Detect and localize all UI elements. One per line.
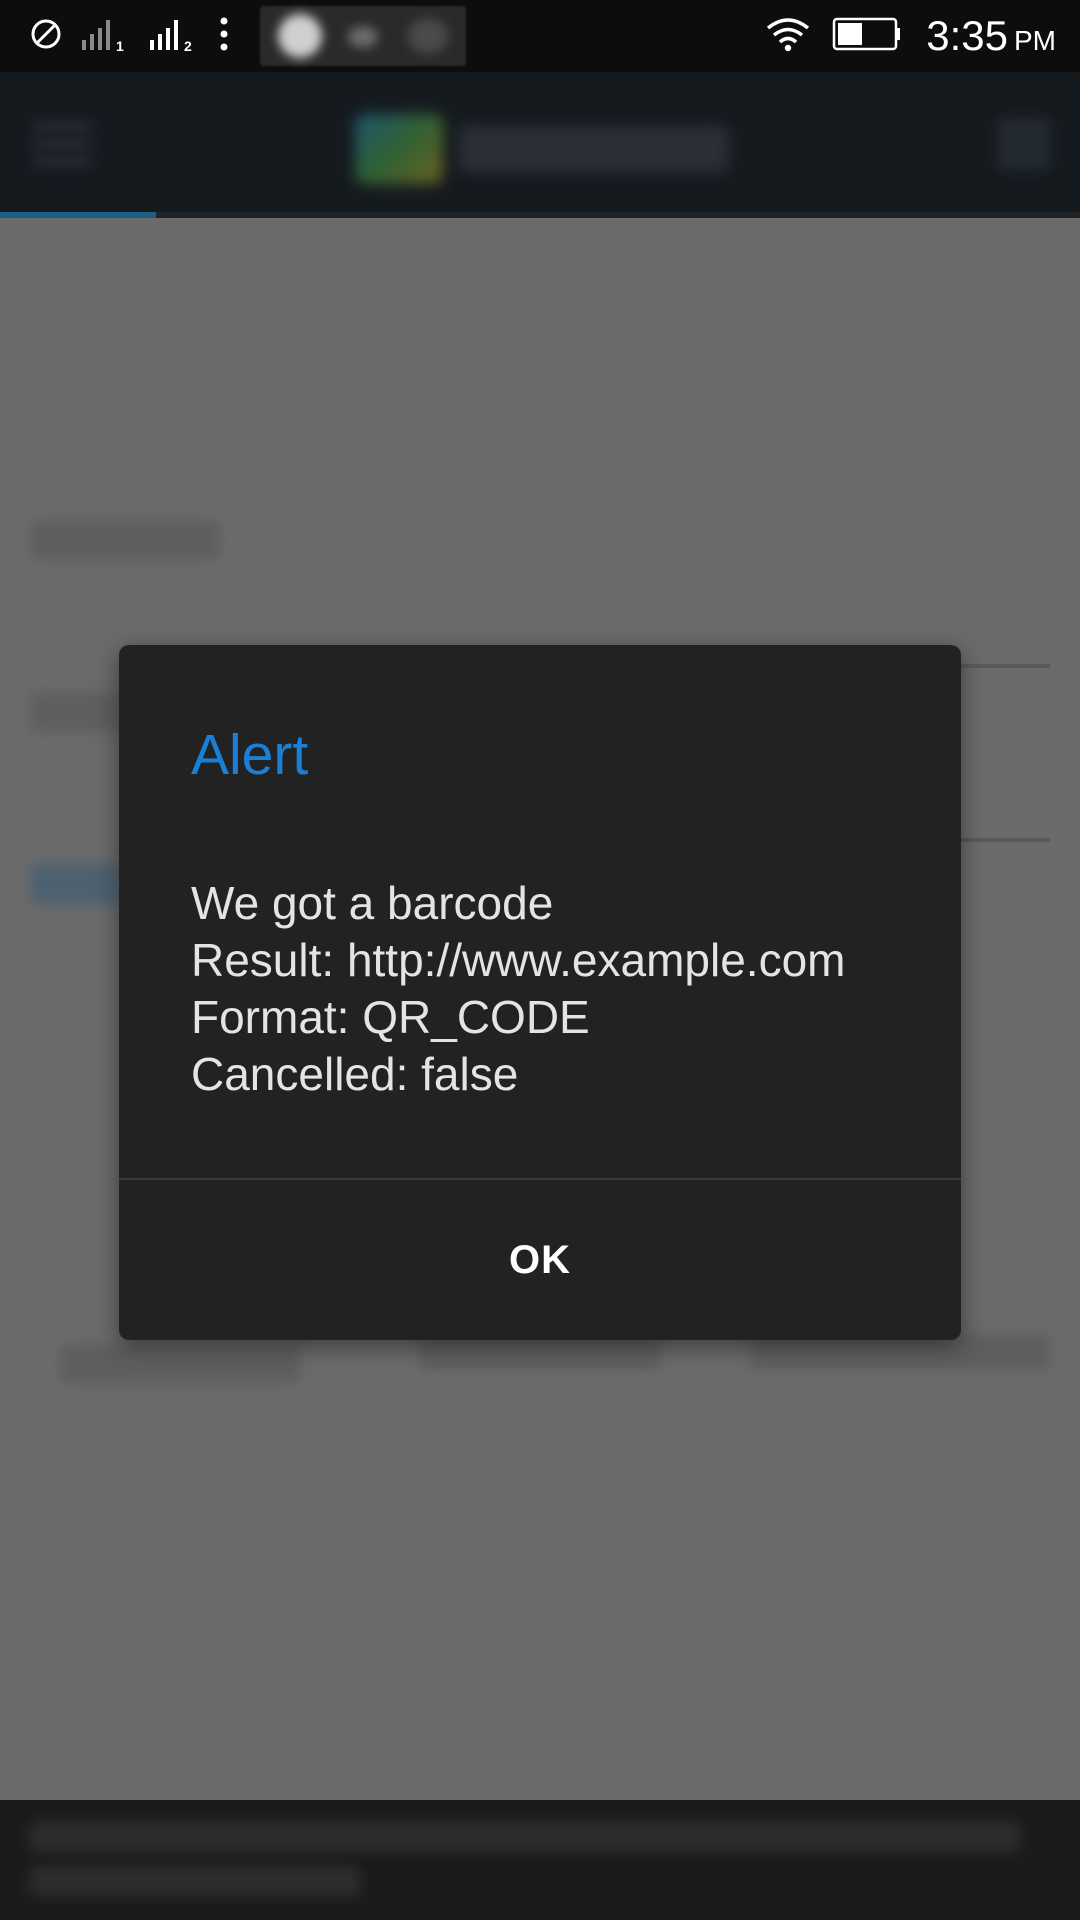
alert-dialog: Alert We got a barcode Result: http://ww… <box>119 645 961 1340</box>
clock-time: 3:35 <box>926 12 1008 59</box>
status-bar-right: 3:35 PM <box>766 0 1056 72</box>
ok-button[interactable]: OK <box>119 1180 961 1340</box>
wifi-icon <box>766 16 810 57</box>
sim1-label: 1 <box>116 38 124 52</box>
signal-sim1-icon: 1 <box>80 16 130 57</box>
link-blurred <box>30 864 120 904</box>
do-not-disturb-icon <box>30 18 62 55</box>
menu-icon <box>32 122 92 166</box>
username-label-blurred <box>30 520 220 560</box>
footer-text-blurred-2 <box>30 1866 360 1896</box>
dialog-message: We got a barcode Result: http://www.exam… <box>191 875 931 1103</box>
password-field-underline <box>960 838 1050 842</box>
app-footer-dimmed <box>0 1800 1080 1920</box>
message-line: Format: QR_CODE <box>191 991 590 1043</box>
footer-text-blurred-1 <box>30 1822 1020 1852</box>
status-bar-left: 1 2 <box>30 0 466 72</box>
dialog-title: Alert <box>191 723 309 787</box>
message-line: Cancelled: false <box>191 1048 519 1100</box>
status-clock: 3:35 PM <box>926 12 1056 60</box>
screen: 1 2 3:35 PM Alert We got a barcode Resul… <box>0 0 1080 1920</box>
app-logo <box>355 108 735 188</box>
toolbar-action-icon <box>998 118 1050 170</box>
password-label-blurred <box>30 692 120 732</box>
status-bar: 1 2 3:35 PM <box>0 0 1080 72</box>
sim2-label: 2 <box>184 38 192 52</box>
clock-ampm: PM <box>1014 25 1056 56</box>
battery-icon <box>832 16 902 57</box>
signal-sim2-icon: 2 <box>148 16 200 57</box>
username-field-underline <box>960 664 1050 668</box>
blurred-notification-icons <box>260 6 466 66</box>
more-vert-icon <box>218 16 230 57</box>
message-line: Result: http://www.example.com <box>191 934 846 986</box>
app-toolbar-dimmed <box>0 72 1080 212</box>
message-line: We got a barcode <box>191 877 554 929</box>
bottom-text-blurred-1 <box>60 1344 300 1384</box>
